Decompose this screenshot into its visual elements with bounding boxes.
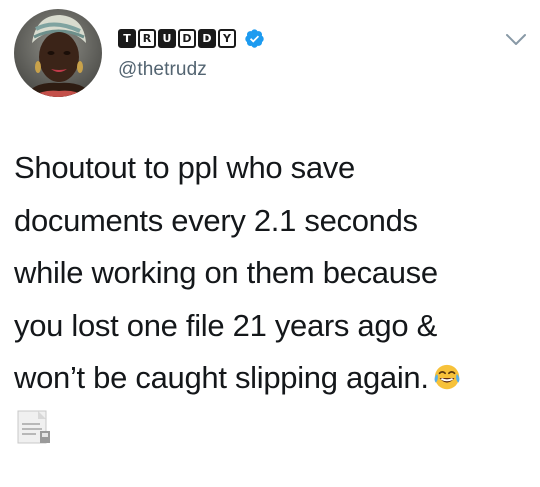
tweet-line: while working on them because — [14, 255, 438, 290]
name-tile: D — [198, 29, 216, 48]
user-handle[interactable]: @thetrudz — [118, 59, 207, 81]
display-name-row[interactable]: T R U D D Y — [118, 28, 265, 49]
tweet-body: Shoutout to ppl who save documents every… — [14, 142, 534, 405]
name-tile: T — [118, 29, 136, 48]
tweet-line: documents every 2.1 seconds — [14, 202, 418, 238]
tweet-line: Shoutout to ppl who save — [14, 150, 355, 185]
display-name[interactable]: T R U D D Y — [118, 29, 236, 48]
tweet-line: won’t be caught slipping again. — [14, 360, 429, 395]
verified-badge-icon — [245, 29, 264, 48]
chevron-down-icon[interactable] — [505, 33, 527, 47]
avatar[interactable] — [14, 9, 102, 97]
tweet-line: you lost one file 21 years ago & — [14, 307, 437, 343]
tweet-card: T R U D D Y @thetrudz Shoutout to ppl wh… — [0, 0, 540, 487]
avatar-photo-icon — [14, 9, 102, 97]
document-icon — [17, 410, 50, 444]
name-tile: U — [158, 29, 176, 48]
name-tile: Y — [218, 29, 236, 48]
face-with-tears-of-joy-icon — [434, 364, 460, 390]
tweet-line-last: won’t be caught slipping again. — [14, 352, 534, 405]
name-tile: D — [178, 29, 196, 48]
name-tile: R — [138, 29, 156, 48]
